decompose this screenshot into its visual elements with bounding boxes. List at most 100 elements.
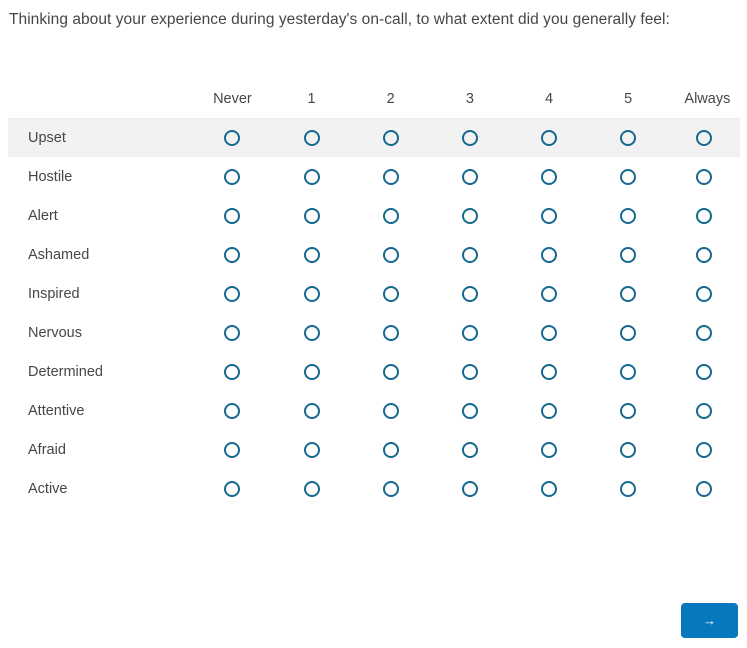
radio-cell[interactable] [193, 157, 272, 196]
radio-cell[interactable] [667, 118, 747, 157]
radio-2-icon[interactable] [382, 324, 399, 341]
radio-cell[interactable] [272, 352, 351, 391]
radio-2-icon[interactable] [382, 168, 399, 185]
radio-4-icon[interactable] [541, 363, 558, 380]
radio-cell[interactable] [272, 430, 351, 469]
radio-always-icon[interactable] [695, 402, 712, 419]
radio-cell[interactable] [509, 430, 588, 469]
radio-cell[interactable] [351, 469, 430, 508]
radio-never-icon[interactable] [224, 168, 241, 185]
radio-1-icon[interactable] [303, 246, 320, 263]
radio-cell[interactable] [351, 274, 430, 313]
radio-always-icon[interactable] [695, 130, 712, 146]
radio-cell[interactable] [193, 235, 272, 274]
radio-cell[interactable] [193, 391, 272, 430]
radio-cell[interactable] [193, 196, 272, 235]
radio-cell[interactable] [193, 430, 272, 469]
radio-cell[interactable] [509, 313, 588, 352]
radio-2-icon[interactable] [382, 130, 399, 146]
radio-2-icon[interactable] [382, 441, 399, 458]
radio-cell[interactable] [509, 157, 588, 196]
radio-1-icon[interactable] [303, 168, 320, 185]
radio-cell[interactable] [351, 157, 430, 196]
radio-1-icon[interactable] [303, 207, 320, 224]
radio-never-icon[interactable] [224, 480, 241, 497]
radio-always-icon[interactable] [695, 480, 712, 497]
radio-5-icon[interactable] [620, 480, 637, 497]
radio-cell[interactable] [668, 352, 747, 391]
radio-cell[interactable] [272, 157, 351, 196]
radio-cell[interactable] [589, 157, 668, 196]
radio-5-icon[interactable] [620, 363, 637, 380]
radio-never-icon[interactable] [224, 324, 241, 341]
radio-3-icon[interactable] [461, 363, 478, 380]
radio-cell[interactable] [589, 352, 668, 391]
radio-3-icon[interactable] [461, 480, 478, 497]
radio-1-icon[interactable] [303, 324, 320, 341]
radio-5-icon[interactable] [620, 207, 637, 224]
radio-never-icon[interactable] [224, 285, 241, 302]
radio-3-icon[interactable] [461, 285, 478, 302]
radio-cell[interactable] [668, 274, 747, 313]
radio-cell[interactable] [668, 469, 747, 508]
radio-cell[interactable] [668, 391, 747, 430]
radio-cell[interactable] [193, 352, 272, 391]
radio-cell[interactable] [509, 118, 589, 157]
radio-4-icon[interactable] [541, 130, 558, 146]
radio-4-icon[interactable] [541, 480, 558, 497]
radio-cell[interactable] [668, 235, 747, 274]
radio-cell[interactable] [430, 391, 509, 430]
radio-never-icon[interactable] [224, 130, 241, 146]
radio-3-icon[interactable] [461, 402, 478, 419]
radio-cell[interactable] [193, 274, 272, 313]
radio-always-icon[interactable] [695, 207, 712, 224]
radio-3-icon[interactable] [461, 168, 478, 185]
radio-2-icon[interactable] [382, 363, 399, 380]
radio-2-icon[interactable] [382, 285, 399, 302]
radio-never-icon[interactable] [224, 207, 241, 224]
radio-2-icon[interactable] [382, 480, 399, 497]
radio-cell[interactable] [589, 235, 668, 274]
radio-cell[interactable] [351, 391, 430, 430]
radio-always-icon[interactable] [695, 363, 712, 380]
radio-5-icon[interactable] [620, 168, 637, 185]
radio-cell[interactable] [668, 313, 747, 352]
radio-cell[interactable] [272, 274, 351, 313]
radio-1-icon[interactable] [303, 130, 320, 146]
radio-cell[interactable] [589, 430, 668, 469]
radio-3-icon[interactable] [461, 130, 478, 146]
radio-cell[interactable] [509, 391, 588, 430]
radio-4-icon[interactable] [541, 324, 558, 341]
radio-4-icon[interactable] [541, 246, 558, 263]
radio-cell[interactable] [430, 274, 509, 313]
radio-4-icon[interactable] [541, 402, 558, 419]
radio-cell[interactable] [430, 469, 509, 508]
radio-5-icon[interactable] [620, 324, 637, 341]
radio-cell[interactable] [351, 352, 430, 391]
radio-never-icon[interactable] [224, 402, 241, 419]
next-button[interactable]: → [681, 603, 738, 638]
radio-1-icon[interactable] [303, 480, 320, 497]
radio-cell[interactable] [509, 196, 588, 235]
radio-cell[interactable] [272, 313, 351, 352]
radio-cell[interactable] [589, 274, 668, 313]
radio-cell[interactable] [351, 235, 430, 274]
radio-cell[interactable] [272, 196, 351, 235]
radio-cell[interactable] [509, 352, 588, 391]
radio-cell[interactable] [430, 118, 510, 157]
radio-cell[interactable] [589, 469, 668, 508]
radio-cell[interactable] [192, 118, 272, 157]
radio-cell[interactable] [509, 235, 588, 274]
radio-cell[interactable] [272, 235, 351, 274]
radio-3-icon[interactable] [461, 246, 478, 263]
radio-3-icon[interactable] [461, 207, 478, 224]
radio-never-icon[interactable] [224, 363, 241, 380]
radio-cell[interactable] [351, 430, 430, 469]
radio-cell[interactable] [272, 469, 351, 508]
radio-5-icon[interactable] [620, 130, 637, 146]
radio-2-icon[interactable] [382, 207, 399, 224]
radio-4-icon[interactable] [541, 207, 558, 224]
radio-never-icon[interactable] [224, 246, 241, 263]
radio-cell[interactable] [668, 430, 747, 469]
radio-cell[interactable] [589, 196, 668, 235]
